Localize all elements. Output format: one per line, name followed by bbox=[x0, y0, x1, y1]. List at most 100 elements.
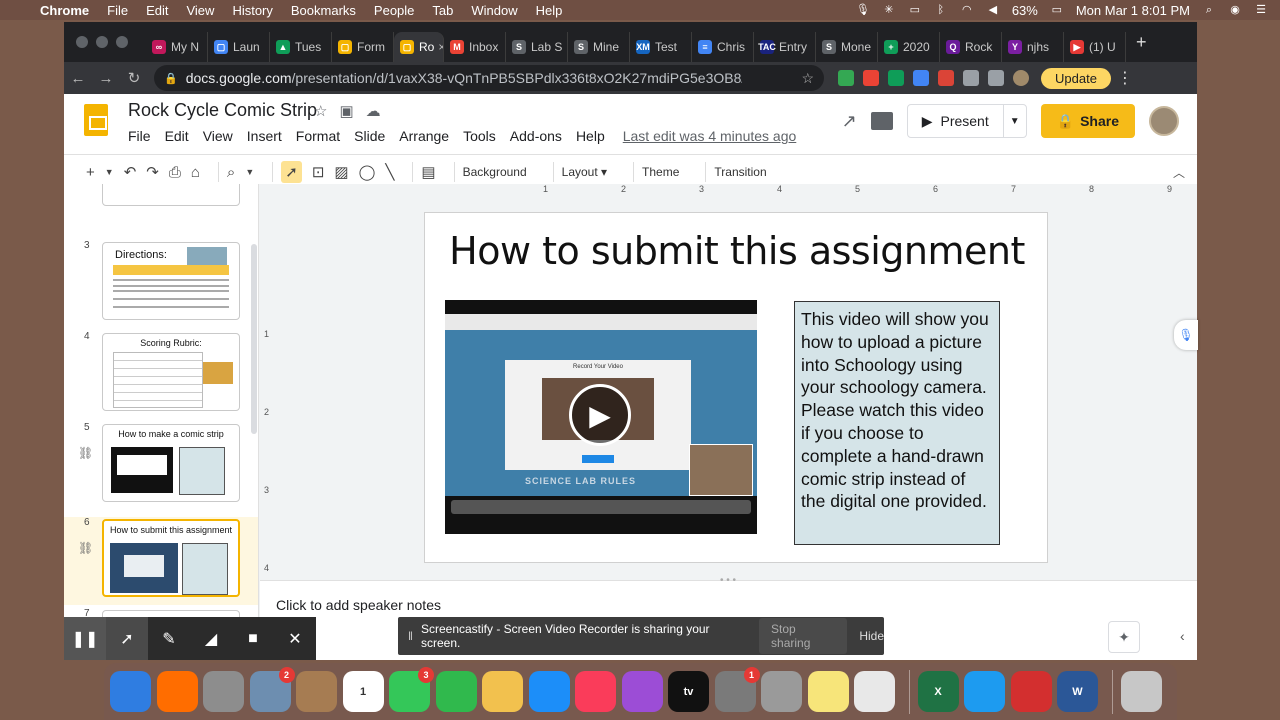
dock-calculator-icon[interactable] bbox=[761, 671, 802, 712]
menu-people[interactable]: People bbox=[374, 3, 414, 18]
docs-menu-format[interactable]: Format bbox=[296, 128, 340, 144]
slide-thumbnail[interactable]: Directions: bbox=[102, 242, 240, 320]
extension-icon-green[interactable] bbox=[838, 70, 854, 86]
control-center-icon[interactable]: ☰ bbox=[1254, 4, 1268, 16]
zoom-window-button[interactable] bbox=[116, 36, 128, 48]
dock-messages-icon[interactable]: 3 bbox=[389, 667, 434, 712]
browser-tab[interactable]: ▢Ro× bbox=[394, 32, 444, 62]
extension-shield-icon[interactable] bbox=[913, 70, 929, 86]
media-control-icon[interactable] bbox=[988, 70, 1004, 86]
notes-resize-handle[interactable]: • • • bbox=[720, 575, 736, 586]
dock-stickies-icon[interactable] bbox=[807, 671, 849, 712]
bookmark-star-icon[interactable]: ☆ bbox=[801, 70, 814, 87]
image-icon[interactable]: ▨ bbox=[334, 163, 348, 181]
docs-menu-help[interactable]: Help bbox=[576, 128, 605, 144]
undo-icon[interactable]: ↶ bbox=[124, 163, 137, 181]
dock-system-preferences-icon[interactable]: 1 bbox=[714, 667, 760, 712]
docs-menu-view[interactable]: View bbox=[203, 128, 233, 144]
battery-icon[interactable]: ▭ bbox=[1050, 4, 1064, 16]
print-icon[interactable]: ⎙ bbox=[169, 164, 181, 181]
speaker-notes-placeholder[interactable]: Click to add speaker notes bbox=[276, 597, 441, 613]
dock-launchpad-icon[interactable] bbox=[203, 671, 244, 712]
text-box-icon[interactable]: ⊡ bbox=[312, 163, 325, 181]
browser-tab[interactable]: Ynjhs bbox=[1002, 32, 1064, 62]
extension-block-icon[interactable] bbox=[938, 70, 954, 86]
line-icon[interactable]: ╲ bbox=[385, 163, 394, 181]
voice-input-icon[interactable]: 🎙 bbox=[1174, 320, 1198, 350]
explore-icon[interactable]: ✦ bbox=[1108, 621, 1140, 653]
new-slide-icon[interactable]: + bbox=[86, 164, 95, 181]
menu-file[interactable]: File bbox=[107, 3, 128, 18]
camera-icon[interactable]: ■ bbox=[232, 617, 274, 660]
new-slide-layout-dropdown[interactable]: ▼ bbox=[105, 167, 114, 177]
dock-bird-icon[interactable]: 2 bbox=[249, 667, 295, 712]
stop-sharing-button[interactable]: Stop sharing bbox=[759, 618, 848, 654]
dock-word-icon[interactable]: W bbox=[1057, 671, 1098, 712]
extensions-puzzle-icon[interactable] bbox=[963, 70, 979, 86]
screencastify-status-icon[interactable]: ✳ bbox=[882, 4, 896, 16]
wifi-icon[interactable]: ◠ bbox=[960, 4, 974, 16]
dock-app-store-icon[interactable] bbox=[528, 671, 570, 712]
browser-tab[interactable]: ≡ Chris bbox=[692, 32, 754, 62]
slide-thumbnail-selected[interactable]: How to submit this assignment bbox=[102, 519, 240, 597]
docs-menu-slide[interactable]: Slide bbox=[354, 128, 385, 144]
layout-dropdown[interactable]: Layout ▾ bbox=[562, 165, 607, 179]
browser-tab[interactable]: ▢ Form bbox=[332, 32, 394, 62]
collapse-toolbar-icon[interactable]: ︿ bbox=[1173, 164, 1185, 181]
account-avatar[interactable] bbox=[1149, 106, 1179, 136]
browser-tab[interactable]: ▶ (1) U bbox=[1064, 32, 1126, 62]
profile-avatar[interactable] bbox=[1013, 70, 1029, 86]
filmstrip-slide-2[interactable] bbox=[64, 184, 258, 218]
close-icon[interactable]: ✕ bbox=[274, 617, 316, 660]
browser-tab[interactable]: ▲ Tues bbox=[270, 32, 332, 62]
slide-thumbnail[interactable]: How to make a comic strip bbox=[102, 424, 240, 502]
dock-apple-tv-icon[interactable]: tv bbox=[668, 671, 709, 712]
filmstrip-slide-6[interactable]: 6 ⛓ How to submit this assignment bbox=[64, 517, 258, 605]
dock-music-icon[interactable] bbox=[575, 671, 616, 712]
menu-help[interactable]: Help bbox=[536, 3, 563, 18]
menu-app-chrome[interactable]: Chrome bbox=[40, 3, 89, 18]
docs-menu-tools[interactable]: Tools bbox=[463, 128, 496, 144]
cursor-tool-icon[interactable]: ➚ bbox=[106, 617, 148, 660]
menu-history[interactable]: History bbox=[232, 3, 272, 18]
browser-tab[interactable]: +2020 bbox=[878, 32, 940, 62]
forward-icon[interactable]: → bbox=[92, 70, 120, 87]
dock-acrobat-icon[interactable] bbox=[1010, 671, 1052, 712]
dock-contacts-icon[interactable] bbox=[296, 671, 337, 712]
docs-menu-addons[interactable]: Add-ons bbox=[510, 128, 562, 144]
pause-icon[interactable]: ❚❚ bbox=[64, 617, 106, 660]
embedded-video[interactable]: Record Your Video ▶ SCIENCE LAB RULES bbox=[445, 300, 757, 534]
dock-chrome-icon[interactable] bbox=[854, 671, 895, 712]
slides-logo-icon[interactable] bbox=[84, 104, 108, 136]
menu-window[interactable]: Window bbox=[471, 3, 517, 18]
menu-edit[interactable]: Edit bbox=[146, 3, 168, 18]
browser-tab[interactable]: TAC Entry bbox=[754, 32, 816, 62]
dock-safari-icon[interactable] bbox=[964, 671, 1005, 712]
star-icon[interactable]: ☆ bbox=[314, 102, 327, 120]
dock-finder-icon[interactable] bbox=[110, 671, 151, 712]
shape-icon[interactable]: ◯ bbox=[359, 163, 376, 181]
browser-tab[interactable]: S Mine bbox=[568, 32, 630, 62]
menu-view[interactable]: View bbox=[186, 3, 214, 18]
present-button[interactable]: ▶ Present bbox=[908, 105, 1004, 137]
filmstrip-scrollbar[interactable] bbox=[251, 244, 257, 434]
dock-podcasts-icon[interactable] bbox=[621, 671, 663, 712]
current-slide[interactable]: How to submit this assignment Record You… bbox=[424, 212, 1048, 563]
zoom-dropdown[interactable]: ▼ bbox=[245, 167, 254, 177]
menubar-clock[interactable]: Mon Mar 1 8:01 PM bbox=[1076, 3, 1190, 18]
drag-handle-icon[interactable]: ‖ bbox=[408, 629, 413, 643]
docs-menu-insert[interactable]: Insert bbox=[247, 128, 282, 144]
comments-icon[interactable] bbox=[870, 112, 893, 130]
microphone-icon[interactable]: 🎙 bbox=[856, 4, 870, 16]
theme-button[interactable]: Theme bbox=[642, 165, 679, 179]
dock-calendar-icon[interactable]: 1 bbox=[342, 671, 384, 712]
battery-percent[interactable]: 63% bbox=[1012, 3, 1038, 18]
docs-menu-file[interactable]: File bbox=[128, 128, 151, 144]
back-icon[interactable]: ← bbox=[64, 70, 92, 87]
transition-button[interactable]: Transition bbox=[714, 165, 766, 179]
menu-tab[interactable]: Tab bbox=[432, 3, 453, 18]
reload-icon[interactable]: ↻ bbox=[120, 69, 148, 87]
add-comment-icon[interactable]: ▤ bbox=[421, 163, 435, 181]
update-button[interactable]: Update bbox=[1041, 67, 1111, 89]
airplay-icon[interactable]: ▭ bbox=[908, 4, 922, 16]
